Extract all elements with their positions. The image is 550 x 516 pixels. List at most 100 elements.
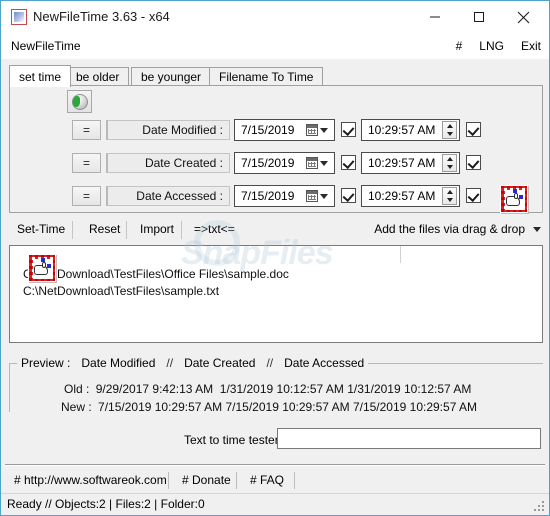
close-button[interactable] bbox=[501, 1, 545, 33]
date-created-row: = Date Created : 7/15/2019 10:29:57 AM bbox=[10, 152, 544, 174]
date-modified-picker[interactable]: 7/15/2019 bbox=[234, 119, 335, 141]
menu-item-lng[interactable]: LNG bbox=[479, 39, 504, 53]
link-donate[interactable]: # Donate bbox=[182, 473, 231, 487]
link-faq[interactable]: # FAQ bbox=[250, 473, 284, 487]
time-modified-stepper[interactable] bbox=[442, 121, 457, 139]
preview-old-row: Old : 9/29/2017 9:42:13 AM 1/31/2019 10:… bbox=[64, 382, 471, 396]
to-txt-button[interactable]: =>txt<= bbox=[194, 222, 235, 236]
date-created-label: Date Created : bbox=[106, 153, 230, 173]
preview-col-modified: Date Modified bbox=[81, 356, 156, 370]
preview-old-accessed: 1/31/2019 10:12:57 AM bbox=[347, 382, 472, 396]
date-modified-value: 7/15/2019 bbox=[241, 123, 295, 137]
time-accessed-checkbox[interactable] bbox=[466, 188, 481, 203]
date-accessed-value: 7/15/2019 bbox=[241, 189, 295, 203]
preview-old-created: 1/31/2019 10:12:57 AM bbox=[219, 382, 344, 396]
toolbar-divider bbox=[126, 221, 127, 239]
time-created-value: 10:29:57 AM bbox=[368, 156, 436, 170]
date-accessed-picker[interactable]: 7/15/2019 bbox=[234, 185, 335, 207]
file-list[interactable]: C:\NetDownload\TestFiles\Office Files\sa… bbox=[9, 245, 543, 343]
chevron-down-icon bbox=[533, 226, 541, 232]
time-accessed-field[interactable]: 10:29:57 AM bbox=[361, 185, 460, 207]
globe-button[interactable] bbox=[67, 90, 92, 113]
list-item[interactable]: C:\NetDownload\TestFiles\Office Files\sa… bbox=[23, 267, 289, 281]
equals-button-accessed[interactable]: = bbox=[72, 186, 101, 206]
text-to-time-tester-label: Text to time tester bbox=[184, 433, 279, 447]
link-website[interactable]: # http://www.softwareok.com bbox=[14, 473, 167, 487]
globe-icon bbox=[71, 93, 88, 110]
preview-new-label: New : bbox=[61, 400, 92, 414]
chevron-down-icon[interactable] bbox=[320, 160, 328, 166]
tab-be-older[interactable]: be older bbox=[66, 67, 130, 86]
tab-strip: set time be older be younger Filename To… bbox=[9, 65, 543, 87]
toolbar-divider bbox=[72, 221, 73, 239]
preview-new-accessed: 7/15/2019 10:29:57 AM bbox=[352, 400, 478, 414]
preview-old-modified: 9/29/2017 9:42:13 AM bbox=[95, 382, 214, 396]
list-item[interactable]: C:\NetDownload\TestFiles\sample.txt bbox=[23, 284, 219, 298]
drag-drop-dropdown[interactable]: Add the files via drag & drop bbox=[374, 222, 541, 236]
link-divider bbox=[236, 472, 237, 489]
set-time-panel: = Date Modified : 7/15/2019 10:29:57 AM … bbox=[9, 85, 544, 282]
date-accessed-label: Date Accessed : bbox=[106, 186, 230, 206]
date-accessed-row: = Date Accessed : 7/15/2019 10:29:57 AM bbox=[10, 185, 544, 207]
window-title: NewFileTime 3.63 - x64 bbox=[33, 9, 170, 24]
menu-item-newfiletime[interactable]: NewFileTime bbox=[11, 39, 81, 53]
menu-item-exit[interactable]: Exit bbox=[521, 39, 541, 53]
resize-grip[interactable] bbox=[534, 501, 546, 513]
status-bar: Ready // Objects:2 | Files:2 | Folder:0 bbox=[1, 493, 549, 515]
time-modified-value: 10:29:57 AM bbox=[368, 123, 436, 137]
menu-right-group: # LNG Exit bbox=[456, 39, 541, 53]
menu-bar: NewFileTime # LNG Exit bbox=[1, 34, 549, 59]
tab-set-time[interactable]: set time bbox=[9, 65, 72, 87]
preview-sep-1: // bbox=[166, 356, 174, 370]
calendar-icon bbox=[306, 190, 318, 202]
set-time-calendar-icon-left[interactable] bbox=[28, 254, 56, 282]
tab-filename-to-time[interactable]: Filename To Time bbox=[209, 67, 324, 86]
reset-button[interactable]: Reset bbox=[89, 222, 120, 236]
minimize-button[interactable] bbox=[413, 1, 457, 33]
date-created-picker[interactable]: 7/15/2019 bbox=[234, 152, 335, 174]
preview-col-accessed: Date Accessed bbox=[284, 356, 365, 370]
time-accessed-value: 10:29:57 AM bbox=[368, 189, 436, 203]
maximize-button[interactable] bbox=[457, 1, 501, 33]
calendar-icon bbox=[306, 124, 318, 136]
preview-group-title: Preview : Date Modified // Date Created … bbox=[17, 356, 369, 370]
status-text: Ready // Objects:2 | Files:2 | Folder:0 bbox=[7, 497, 205, 511]
preview-new-modified: 7/15/2019 10:29:57 AM bbox=[98, 400, 223, 414]
link-divider bbox=[168, 472, 169, 489]
time-created-field[interactable]: 10:29:57 AM bbox=[361, 152, 460, 174]
preview-group: Preview : Date Modified // Date Created … bbox=[9, 356, 543, 414]
date-accessed-checkbox[interactable] bbox=[341, 188, 356, 203]
column-divider[interactable] bbox=[400, 246, 401, 263]
time-modified-field[interactable]: 10:29:57 AM bbox=[361, 119, 460, 141]
set-time-button[interactable]: Set-Time bbox=[17, 222, 65, 236]
chevron-down-icon[interactable] bbox=[320, 193, 328, 199]
tab-be-younger[interactable]: be younger bbox=[131, 67, 212, 86]
date-modified-label: Date Modified : bbox=[106, 120, 230, 140]
preview-new-row: New : 7/15/2019 10:29:57 AM 7/15/2019 10… bbox=[61, 400, 477, 414]
equals-button-created[interactable]: = bbox=[72, 153, 101, 173]
date-created-checkbox[interactable] bbox=[341, 155, 356, 170]
action-toolbar: Set-Time Reset Import =>txt<= Add the fi… bbox=[9, 220, 543, 242]
preview-label: Preview : bbox=[21, 356, 71, 370]
date-created-value: 7/15/2019 bbox=[241, 156, 295, 170]
time-accessed-stepper[interactable] bbox=[442, 187, 457, 205]
date-modified-row: = Date Modified : 7/15/2019 10:29:57 AM bbox=[10, 119, 544, 141]
preview-col-created: Date Created bbox=[184, 356, 256, 370]
preview-new-created: 7/15/2019 10:29:57 AM bbox=[225, 400, 350, 414]
toolbar-divider bbox=[181, 221, 182, 239]
import-button[interactable]: Import bbox=[140, 222, 174, 236]
date-modified-checkbox[interactable] bbox=[341, 122, 356, 137]
equals-button-modified[interactable]: = bbox=[72, 120, 101, 140]
time-created-stepper[interactable] bbox=[442, 154, 457, 172]
time-created-checkbox[interactable] bbox=[466, 155, 481, 170]
time-modified-checkbox[interactable] bbox=[466, 122, 481, 137]
preview-old-label: Old : bbox=[64, 382, 90, 396]
link-divider bbox=[294, 472, 295, 489]
newfiletime-window: NewFileTime 3.63 - x64 NewFileTime # LNG… bbox=[0, 0, 550, 516]
title-bar: NewFileTime 3.63 - x64 bbox=[1, 1, 549, 34]
text-to-time-tester-input[interactable] bbox=[277, 428, 541, 449]
menu-item-hash[interactable]: # bbox=[456, 39, 463, 53]
link-bar: # http://www.softwareok.com # Donate # F… bbox=[1, 469, 549, 493]
drag-drop-label: Add the files via drag & drop bbox=[374, 222, 525, 236]
chevron-down-icon[interactable] bbox=[320, 127, 328, 133]
